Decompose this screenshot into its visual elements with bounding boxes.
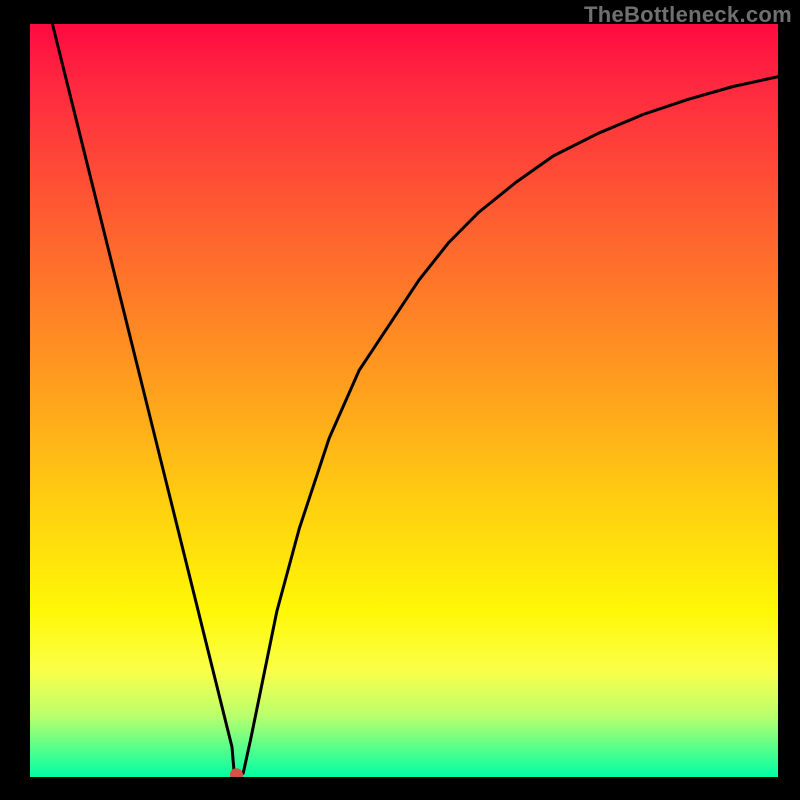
marker-dot bbox=[230, 768, 243, 777]
chart-svg bbox=[30, 24, 778, 777]
chart-container: TheBottleneck.com bbox=[0, 0, 800, 800]
curve-path bbox=[52, 24, 778, 775]
watermark-text: TheBottleneck.com bbox=[584, 2, 792, 28]
